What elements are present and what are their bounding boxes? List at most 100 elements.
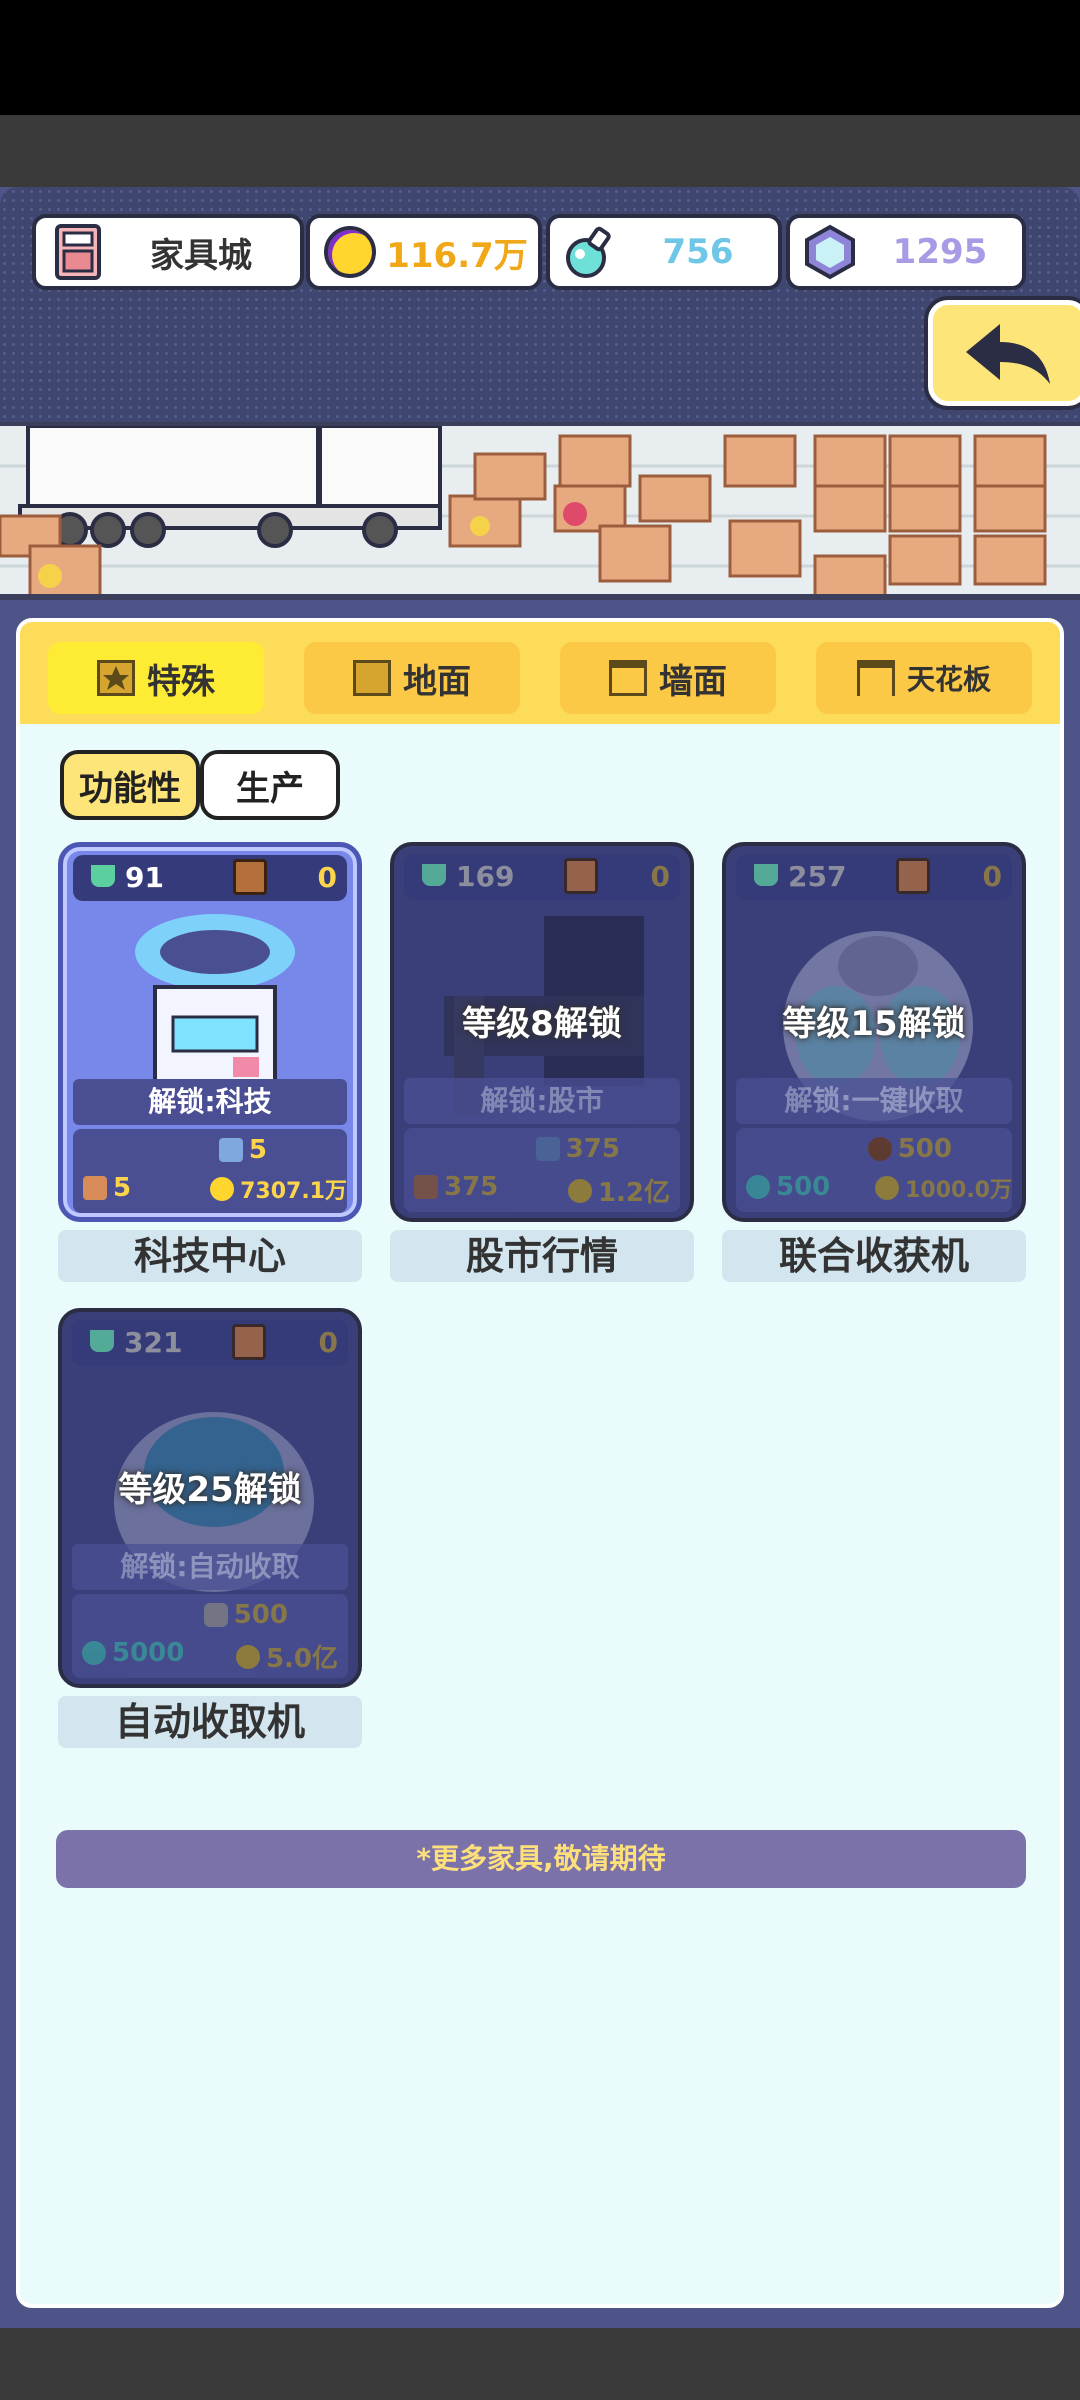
box-icon [564, 858, 598, 894]
tab-special[interactable]: 特殊 [48, 642, 264, 714]
card-topbar: 169 0 [404, 854, 680, 900]
card-lock-message: 等级15解锁 [782, 1004, 966, 1044]
furniture-card-stock-market[interactable]: 169 0 等级8解锁 解锁:股市 375 375 1.2亿 [390, 842, 694, 1222]
card-level: 91 [125, 861, 164, 894]
tab-wall[interactable]: 墙面 [560, 642, 776, 714]
cost-right: 5.0亿 [235, 1638, 338, 1675]
card-topbar: 321 0 [72, 1320, 348, 1366]
scene-illustration [0, 426, 1080, 594]
cup-icon [91, 865, 115, 887]
furniture-card-tech-center[interactable]: 91 0 解锁:科技 5 5 7307.1万 [58, 842, 362, 1222]
card-level: 169 [456, 860, 515, 893]
tab-label: 特殊 [147, 661, 215, 702]
card-count: 0 [650, 860, 670, 893]
cost-right-value: 1000.0万 [905, 1178, 1012, 1203]
card-unlock-text: 解锁:科技 [73, 1079, 347, 1125]
card-name: 科技中心 [58, 1230, 362, 1282]
bottom-strip [0, 2328, 1080, 2400]
card-name: 自动收取机 [58, 1696, 362, 1748]
warehouse-scene [0, 422, 1080, 600]
store-name: 家具城 [150, 235, 252, 276]
potion-pill[interactable]: 756 [546, 214, 782, 290]
box-icon [232, 1324, 266, 1360]
gold-coin-icon [875, 1176, 900, 1200]
wall-icon [609, 660, 647, 696]
potion-flask-icon [82, 1641, 106, 1665]
cost-left-value: 375 [444, 1172, 499, 1202]
card-name: 联合收获机 [722, 1230, 1026, 1282]
cost-right: 7307.1万 [210, 1173, 347, 1205]
ceiling-icon [856, 660, 895, 696]
card-costs: 500 500 1000.0万 [736, 1128, 1012, 1212]
card-lock-message: 等级25解锁 [118, 1470, 302, 1510]
cost-left: 5 [83, 1173, 131, 1203]
floor-icon [353, 660, 391, 696]
card-topbar: 91 0 [73, 855, 347, 901]
cost-left-value: 5 [113, 1173, 132, 1203]
status-bar [0, 0, 1080, 115]
gold-coin-icon [210, 1177, 235, 1201]
cost-left: 5000 [82, 1638, 184, 1668]
furniture-card-auto-collector[interactable]: 321 0 等级25解锁 解锁:自动收取 500 5000 5.0亿 [58, 1308, 362, 1688]
tab-label: 天花板 [906, 663, 991, 696]
top-strip [0, 115, 1080, 187]
cost-right: 1.2亿 [567, 1172, 670, 1209]
card-unlock-text: 解锁:一键收取 [736, 1078, 1012, 1124]
card-costs: 500 5000 5.0亿 [72, 1594, 348, 1678]
cup-icon [90, 1330, 114, 1352]
subtab-production[interactable]: 生产 [200, 750, 340, 820]
potion-flask-icon [746, 1175, 770, 1199]
cost-right-value: 5.0亿 [265, 1644, 338, 1674]
gem-pill[interactable]: 1295 [786, 214, 1026, 290]
potion-flask-icon [566, 226, 611, 278]
tab-floor[interactable]: 地面 [304, 642, 520, 714]
tool-icon [218, 1138, 243, 1162]
tool-icon [535, 1137, 560, 1161]
cost-top-value: 5 [248, 1135, 267, 1165]
tab-ceiling[interactable]: 天花板 [816, 642, 1032, 714]
cost-right: 1000.0万 [875, 1172, 1012, 1204]
card-level: 321 [124, 1326, 183, 1359]
potion-amount: 756 [662, 232, 734, 272]
wood-icon [414, 1175, 438, 1199]
box-icon [233, 859, 267, 895]
cost-right-value: 7307.1万 [240, 1179, 347, 1204]
furniture-panel: 特殊 地面 墙面 天花板 功能性 生产 91 0 解锁:科技 5 5 7307.… [16, 618, 1064, 2308]
cup-icon [422, 864, 446, 886]
star-icon [97, 660, 135, 696]
box-icon [896, 858, 930, 894]
cost-top-value: 375 [565, 1134, 620, 1164]
gold-coin-icon [567, 1178, 592, 1203]
card-count: 0 [317, 861, 337, 894]
card-costs: 5 5 7307.1万 [73, 1129, 347, 1213]
card-count: 0 [318, 1326, 338, 1359]
subtab-functional[interactable]: 功能性 [60, 750, 200, 820]
cost-left-value: 5000 [112, 1638, 185, 1668]
card-lock-message: 等级8解锁 [462, 1004, 622, 1044]
furniture-card-combine-harvester[interactable]: 257 0 等级15解锁 解锁:一键收取 500 500 1000.0万 [722, 842, 1026, 1222]
gold-coin-icon [324, 226, 376, 278]
wood-icon [83, 1176, 107, 1200]
cost-top: 500 [203, 1600, 288, 1630]
cost-right-value: 1.2亿 [597, 1178, 670, 1208]
card-topbar: 257 0 [736, 854, 1012, 900]
cost-top-value: 500 [897, 1134, 952, 1164]
card-unlock-text: 解锁:自动收取 [72, 1544, 348, 1590]
tab-label: 地面 [403, 661, 471, 702]
back-button[interactable] [928, 300, 1080, 406]
gold-amount: 116.7万 [386, 235, 528, 276]
cup-icon [754, 864, 778, 886]
gem-icon [805, 224, 855, 280]
store-icon [55, 224, 101, 280]
cost-top: 375 [535, 1134, 620, 1164]
gold-coin-icon [235, 1644, 260, 1669]
tab-label: 墙面 [659, 661, 727, 702]
cost-top: 5 [218, 1135, 267, 1165]
card-level: 257 [788, 860, 847, 893]
gem-amount: 1295 [892, 232, 988, 272]
back-arrow-icon [966, 324, 1050, 384]
card-costs: 375 375 1.2亿 [404, 1128, 680, 1212]
gold-pill[interactable]: 116.7万 [306, 214, 542, 290]
card-name: 股市行情 [390, 1230, 694, 1282]
cost-left-value: 500 [776, 1172, 831, 1202]
